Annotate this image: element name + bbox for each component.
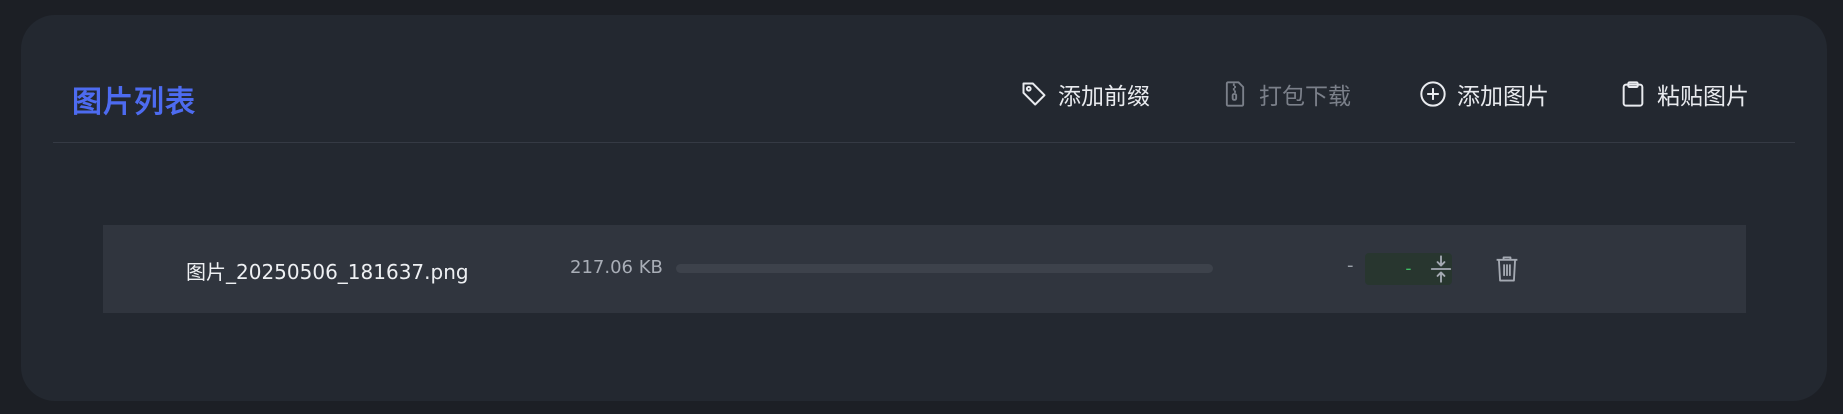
paste-image-button[interactable]: 粘贴图片 <box>1619 77 1749 111</box>
zip-file-icon <box>1221 80 1249 108</box>
compression-progress-bar <box>676 264 1213 273</box>
original-size: 217.06 KB <box>570 257 663 278</box>
plus-circle-icon <box>1419 80 1447 108</box>
compress-button[interactable] <box>1427 254 1455 284</box>
add-prefix-label: 添加前缀 <box>1058 84 1150 110</box>
header-divider <box>53 142 1795 143</box>
compressed-size: - <box>1347 255 1354 276</box>
tag-icon <box>1020 80 1048 108</box>
page-title: 图片列表 <box>72 85 196 120</box>
compress-vertical-icon <box>1430 255 1452 283</box>
delete-button[interactable] <box>1493 254 1521 284</box>
pack-download-button[interactable]: 打包下载 <box>1221 77 1351 111</box>
add-image-label: 添加图片 <box>1457 84 1549 110</box>
clipboard-icon <box>1619 80 1647 108</box>
panel-header: 图片列表 添加前缀 打包下载 添加图片 粘贴图片 <box>21 15 1827 142</box>
image-list-panel: 图片列表 添加前缀 打包下载 添加图片 粘贴图片 图片_20250506_181… <box>21 15 1827 401</box>
file-row: 图片_20250506_181637.png 217.06 KB - - <box>103 225 1746 313</box>
paste-image-label: 粘贴图片 <box>1657 84 1749 110</box>
trash-icon <box>1496 256 1518 282</box>
file-name: 图片_20250506_181637.png <box>186 260 469 284</box>
add-prefix-button[interactable]: 添加前缀 <box>1020 77 1150 111</box>
add-image-button[interactable]: 添加图片 <box>1419 77 1549 111</box>
pack-download-label: 打包下载 <box>1259 84 1351 110</box>
